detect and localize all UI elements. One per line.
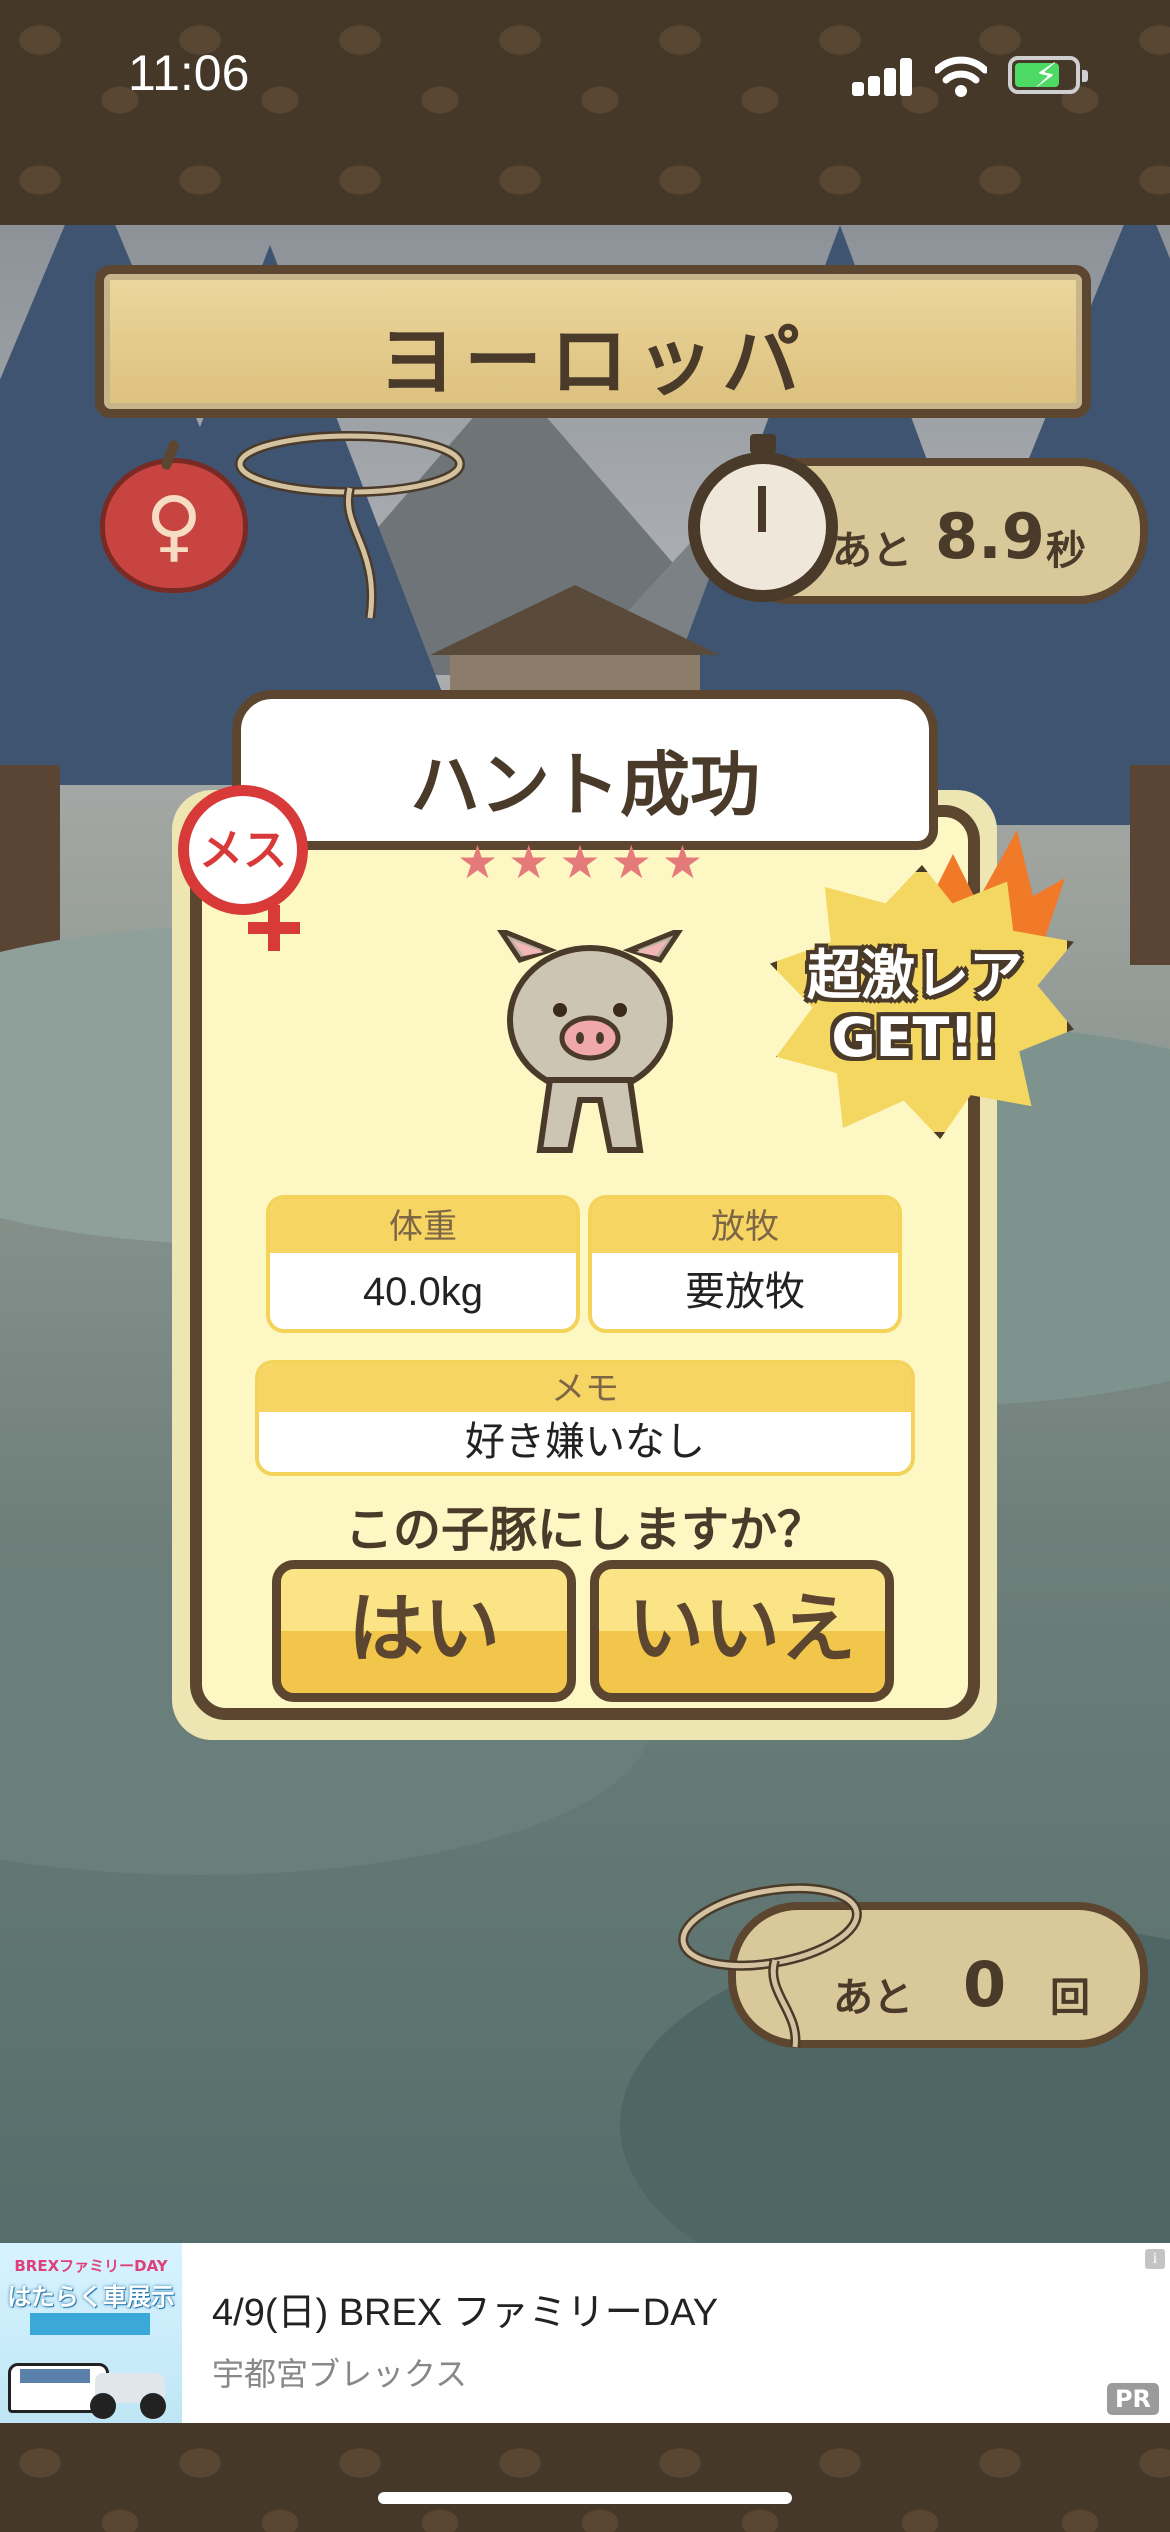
- status-bar: 11:06 ⚡: [0, 0, 1170, 225]
- confirm-question: この子豚にしますか？: [344, 1502, 825, 1558]
- ad-info-icon[interactable]: i: [1145, 2249, 1165, 2269]
- lasso-label: あと: [833, 1975, 913, 2021]
- signal-icon: [852, 58, 914, 96]
- grazing-field: 放牧 要放牧: [588, 1195, 902, 1333]
- status-time: 11:06: [128, 45, 250, 101]
- bottom-bar: [0, 2423, 1170, 2532]
- weight-field: 体重 40.0kg: [266, 1195, 580, 1333]
- ad-title[interactable]: 4/9(日) BREX ファミリーDAY: [212, 2281, 718, 2336]
- rope-icon: [235, 431, 465, 619]
- weight-value: 40.0kg: [362, 1270, 484, 1314]
- lasso-unit: 回: [1050, 1975, 1090, 2021]
- ad-pr-badge: PR: [1107, 2383, 1159, 2415]
- result-title: ハント成功: [410, 744, 760, 826]
- ad-advertiser: 宇都宮ブレックス: [212, 2356, 468, 2392]
- wifi-icon: [935, 56, 987, 97]
- ad-thumbnail: BREXファミリーDAY はたらく車展示: [0, 2243, 182, 2423]
- rarity-burst-text: 超激レア GET!!: [807, 944, 1023, 1069]
- no-button[interactable]: いいえ: [590, 1560, 894, 1702]
- ad-banner[interactable]: BREXファミリーDAY はたらく車展示 4/9(日) BREX ファミリーDA…: [0, 2243, 1170, 2423]
- memo-field: メモ 好き嫌いなし: [255, 1360, 915, 1476]
- region-title: ヨーロッパ: [377, 317, 808, 407]
- lasso-value: 0: [963, 1948, 1007, 2021]
- stopwatch-icon: [688, 434, 838, 602]
- piglet-image: [496, 930, 684, 1153]
- yes-button-label: はい: [348, 1584, 500, 1673]
- timer-label: あと: [832, 528, 912, 574]
- female-badge-icon: メス: [178, 785, 308, 915]
- battery-icon: ⚡: [1008, 56, 1088, 96]
- grazing-label: 放牧: [592, 1199, 898, 1253]
- result-ribbon: ハント成功: [232, 690, 938, 850]
- weight-label: 体重: [270, 1199, 576, 1253]
- home-indicator[interactable]: [378, 2492, 792, 2504]
- memo-value: 好き嫌いなし: [465, 1420, 705, 1464]
- yes-button[interactable]: はい: [272, 1560, 576, 1702]
- grazing-value: 要放牧: [685, 1270, 805, 1314]
- gender-label: メス: [199, 825, 287, 876]
- region-board: ヨーロッパ: [95, 265, 1091, 418]
- memo-label: メモ: [259, 1364, 911, 1412]
- timer-value: 8.9: [935, 500, 1045, 573]
- apple-female-icon: ♀: [100, 458, 248, 593]
- timer-unit: 秒: [1046, 528, 1086, 574]
- no-button-label: いいえ: [628, 1584, 856, 1673]
